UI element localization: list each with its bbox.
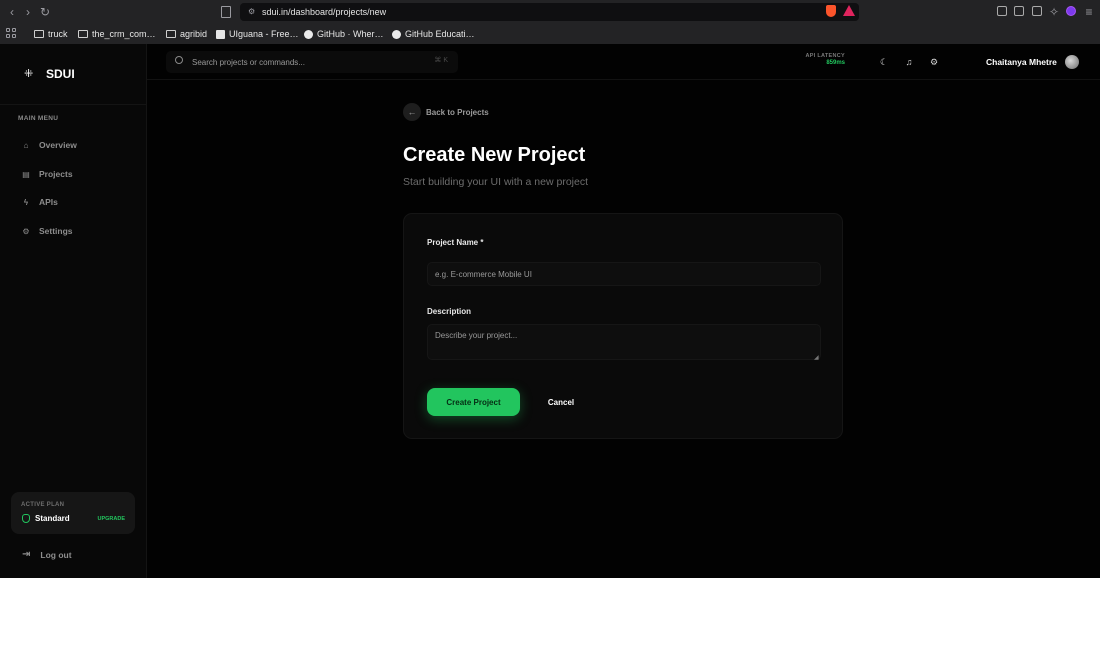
sidebar-item-label: Projects [39,169,73,179]
create-project-button[interactable]: Create Project [427,388,520,416]
project-name-input[interactable] [427,262,821,286]
bell-icon[interactable]: ♫ [904,57,914,67]
search-input[interactable] [192,55,422,69]
zap-icon: ϟ [23,197,29,207]
cancel-button[interactable]: Cancel [533,388,589,416]
shortcut-hint: ⌘ K [434,57,448,64]
back-to-projects-link[interactable]: ← Back to Projects [403,103,489,121]
sidebar-item-label: APIs [39,197,58,207]
bookmark-label: GitHub Educati… [405,29,475,39]
folder-icon [34,30,44,38]
page-subtitle: Start building your UI with a new projec… [403,176,589,188]
bookmark-label: truck [48,29,68,39]
top-header: ⌘ K API LATENCY 859ms ☾ ♫ ⚙ Chaitanya Mh… [147,44,1100,80]
page-title: Create New Project [403,144,586,166]
bookmark-label: GitHub · Wher… [317,29,384,39]
bookmark-label: the_crm_com… [92,29,156,39]
brave-rewards-icon[interactable] [843,5,855,16]
bookmark-label: agribid [180,29,208,39]
uiguana-icon [216,29,225,39]
home-icon: ⌂ [23,140,29,150]
project-name-label: Project Name * [427,238,484,247]
shield-icon [22,514,30,523]
bookmark-item[interactable]: UIguana - Free… [216,27,299,41]
brand-logo[interactable]: ⁜ SDUI [24,67,75,81]
site-info-icon[interactable]: ⚙ [248,7,256,16]
app-root: ⁜ SDUI MAIN MENU ⌂ Overview ▤ Projects ϟ… [0,44,1100,578]
layout-icon: ▤ [22,169,30,179]
sidebar-item-overview[interactable]: ⌂ Overview [12,134,134,156]
latency-label: API LATENCY [805,53,845,59]
logout-icon: ⇥ [22,549,31,560]
nav-bar: ‹ › ↻ ⚙ sdui.in/dashboard/projects/new ✧… [0,0,1100,24]
bookmarks-bar: truck the_crm_com… agribid UIguana - Fre… [0,24,1100,44]
sidebar-toggle-icon[interactable] [1014,6,1024,16]
menu-icon[interactable]: ≡ [1082,5,1096,19]
bookmark-item[interactable]: GitHub · Wher… [304,27,384,41]
logo-icon: ⁜ [24,68,34,80]
address-bar[interactable]: ⚙ sdui.in/dashboard/projects/new [240,3,859,21]
create-project-form: Project Name * Description ◢ Create Proj… [403,213,843,439]
avatar[interactable] [1065,55,1079,69]
folder-icon [78,30,88,38]
gear-icon: ⚙ [22,226,30,236]
bookmark-item[interactable]: truck [34,27,68,41]
plan-label: ACTIVE PLAN [21,502,65,508]
folder-icon [166,30,176,38]
active-plan-card: ACTIVE PLAN Standard UPGRADE [11,492,135,534]
api-latency: API LATENCY 859ms [799,53,845,66]
resize-handle-icon[interactable]: ◢ [814,354,819,361]
arrow-left-icon: ← [403,103,421,121]
bookmark-item[interactable]: the_crm_com… [78,27,156,41]
bookmark-item[interactable]: agribid [166,27,207,41]
reload-icon[interactable]: ↻ [38,5,52,19]
back-label: Back to Projects [426,107,489,117]
profile-icon[interactable] [1066,6,1076,16]
logout-label: Log out [40,549,72,560]
description-textarea[interactable] [427,324,821,360]
back-arrow-icon[interactable]: ‹ [5,5,19,19]
screen: ‹ › ↻ ⚙ sdui.in/dashboard/projects/new ✧… [0,0,1100,578]
user-name[interactable]: Chaitanya Mhetre [986,57,1057,67]
github-icon [304,29,313,39]
theme-toggle-moon-icon[interactable]: ☾ [879,57,889,67]
divider [0,104,147,105]
bookmark-item[interactable]: GitHub Educati… [392,27,475,41]
url-text: sdui.in/dashboard/projects/new [262,7,387,17]
description-label: Description [427,307,472,316]
sidebar-item-settings[interactable]: ⚙ Settings [12,220,134,242]
latency-value: 859ms [826,60,845,66]
plan-name: Standard [35,514,70,523]
search-icon [175,56,183,64]
command-search[interactable]: ⌘ K [166,51,458,73]
upgrade-link[interactable]: UPGRADE [97,516,125,522]
wallet-icon[interactable] [1032,6,1042,16]
menu-section-label: MAIN MENU [18,115,59,122]
brand-name: SDUI [46,67,75,81]
forward-arrow-icon[interactable]: › [21,5,35,19]
sidebar: ⁜ SDUI MAIN MENU ⌂ Overview ▤ Projects ϟ… [0,44,147,578]
sidebar-item-label: Settings [39,226,73,236]
bookmark-page-icon[interactable] [221,6,231,18]
bookmark-label: UIguana - Free… [229,29,299,39]
github-icon [392,29,401,39]
sidebar-item-apis[interactable]: ϟ APIs [12,191,134,213]
brave-shields-icon[interactable] [826,5,836,17]
browser-toolbar: ‹ › ↻ ⚙ sdui.in/dashboard/projects/new ✧… [0,0,1100,44]
sidebar-item-projects[interactable]: ▤ Projects [12,163,134,185]
sidebar-item-label: Overview [39,140,77,150]
leo-ai-icon[interactable]: ✧ [1047,5,1061,19]
logout-button[interactable]: ⇥ Log out [22,549,72,560]
extensions-icon[interactable] [997,6,1007,16]
settings-gear-icon[interactable]: ⚙ [929,57,939,67]
